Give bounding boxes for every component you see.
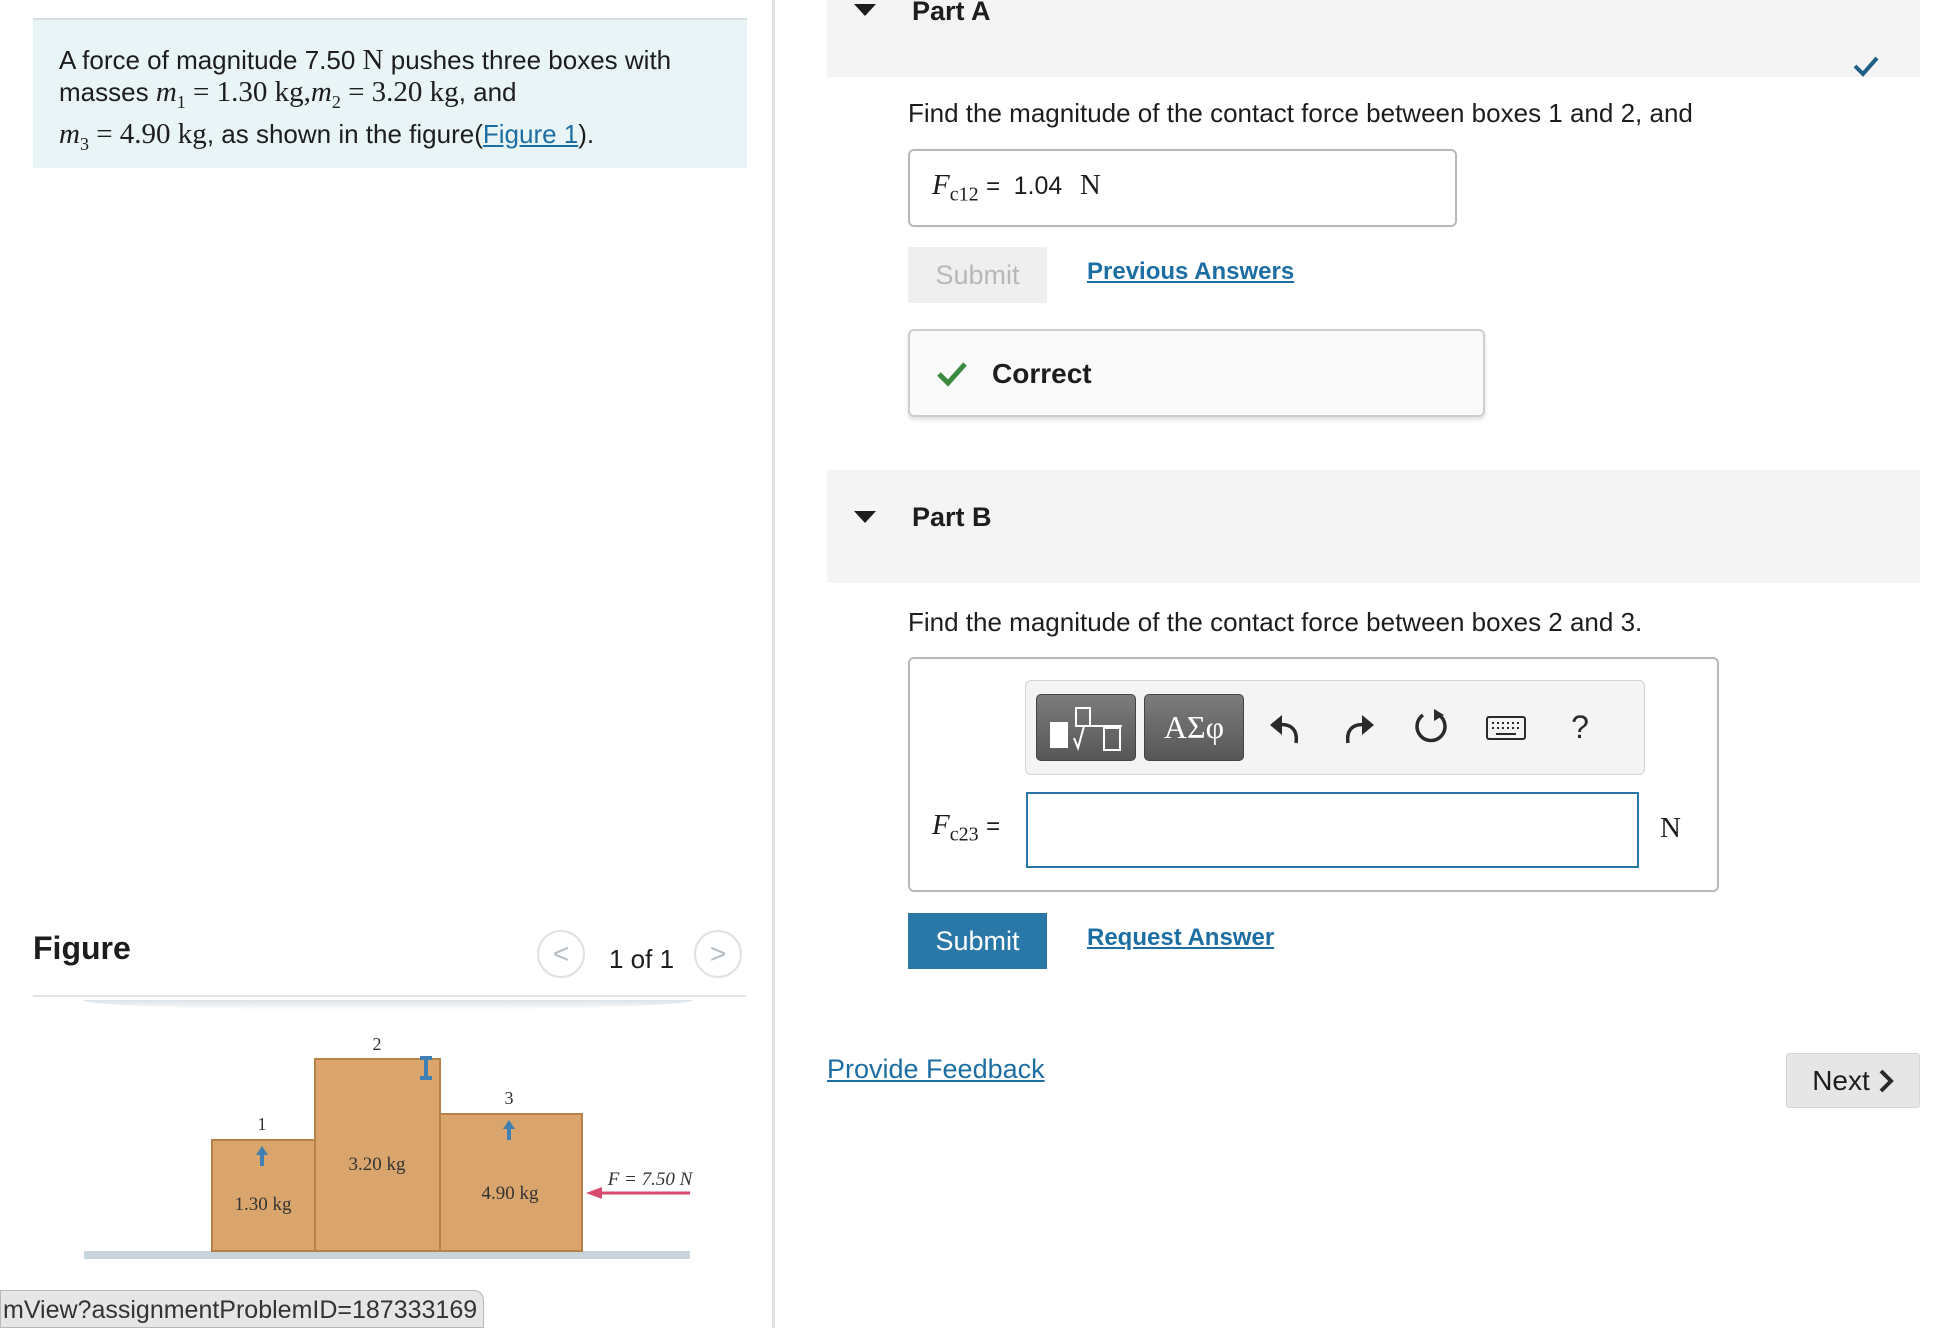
force-unit: N [362, 44, 384, 76]
m2-subscript: 2 [331, 91, 341, 112]
part-b-answer-input[interactable] [1026, 792, 1639, 868]
provide-feedback-link[interactable]: Provide Feedback [827, 1054, 1045, 1085]
undo-icon[interactable] [1266, 709, 1302, 747]
status-url: mView?assignmentProblemID=187333169 [0, 1290, 484, 1328]
m1-value: = 1.30 kg, [193, 76, 311, 108]
feedback-text: Correct [992, 358, 1092, 389]
part-b-var: F [932, 809, 950, 841]
box-2-number: 2 [373, 1034, 382, 1054]
figure-image: 1 1.30 kg 2 3.20 kg 3 4.90 kg F = 7.50 N [83, 1000, 694, 1259]
ground-surface [83, 1000, 693, 1010]
and-word: , and [458, 77, 517, 107]
ground-line [84, 1251, 690, 1259]
box-1-mass: 1.30 kg [235, 1194, 293, 1215]
part-b-question: Find the magnitude of the contact force … [908, 607, 1643, 637]
m2-value: = 3.20 kg [348, 76, 459, 108]
next-label: Next [1812, 1064, 1870, 1096]
part-b-var-label: Fc23 = [932, 809, 1000, 846]
part-a-var-sub: c12 [949, 183, 979, 206]
chevron-left-icon: < [552, 938, 570, 969]
part-a-question: Find the magnitude of the contact force … [908, 98, 1693, 128]
box-3-number: 3 [505, 1088, 514, 1108]
keyboard-icon[interactable] [1486, 715, 1526, 741]
part-a-title: Part A [912, 0, 991, 26]
part-b-submit-button[interactable]: Submit [908, 913, 1047, 969]
box-2-mass: 3.20 kg [349, 1154, 407, 1175]
previous-answers-link[interactable]: Previous Answers [1087, 258, 1294, 286]
fraction-root-icon [1050, 706, 1122, 751]
part-b-unit: N [1660, 812, 1681, 844]
box-3-mass: 4.90 kg [482, 1183, 540, 1204]
part-a-value: 1.04 [1013, 172, 1063, 200]
problem-text-4: ). [578, 118, 595, 149]
m3-value: = 4.90 kg [96, 117, 207, 150]
m3-symbol: m [59, 117, 80, 150]
figure-link[interactable]: Figure 1 [483, 119, 578, 149]
figure-title: Figure [33, 930, 131, 966]
check-icon [1853, 56, 1879, 77]
m1-subscript: 1 [176, 91, 186, 112]
problem-statement: A force of magnitude 7.50 N pushes three… [59, 44, 739, 160]
problem-text-3: , as shown in the figure( [206, 118, 483, 149]
m2-symbol: m [310, 76, 332, 108]
part-b-title: Part B [912, 502, 992, 532]
figure-divider [33, 995, 746, 997]
m3-subscript: 3 [79, 133, 89, 154]
force-label: F = 7.50 N [607, 1169, 694, 1190]
part-b-answer-box: ΑΣφ ? Fc23 = N [908, 657, 1719, 892]
part-a-submit-button[interactable]: Submit [908, 247, 1047, 303]
feedback-correct: Correct [908, 329, 1485, 417]
collapse-triangle-icon[interactable] [854, 511, 876, 523]
part-a-var: F [932, 169, 950, 201]
part-a-answer: Fc12 = 1.04 N [932, 169, 1101, 206]
collapse-triangle-icon[interactable] [854, 4, 876, 16]
masses-word: masses [59, 77, 149, 107]
box-1-number: 1 [258, 1114, 267, 1134]
part-a-header[interactable] [827, 0, 1920, 77]
equals-sign: = [986, 813, 1001, 840]
part-a-unit: N [1079, 169, 1101, 201]
figure-pager: 1 of 1 [609, 944, 675, 974]
chevron-right-icon: > [709, 938, 727, 969]
problem-text-2: pushes three boxes with [390, 45, 672, 75]
part-b-var-sub: c23 [949, 823, 979, 846]
chevron-right-icon [1879, 1069, 1894, 1092]
figure-prev-button[interactable]: < [537, 930, 585, 978]
part-a-answer-box: Fc12 = 1.04 N [908, 149, 1457, 227]
greek-symbols-button[interactable]: ΑΣφ [1144, 694, 1244, 761]
panel-divider [772, 0, 775, 1328]
force-arrowhead [586, 1187, 602, 1199]
help-button[interactable]: ? [1560, 703, 1600, 751]
redo-icon[interactable] [1342, 709, 1378, 747]
green-check-icon [937, 362, 967, 387]
figure-next-button[interactable]: > [694, 930, 742, 978]
problem-text-1: A force of magnitude 7.50 [59, 45, 356, 75]
equals-sign: = [986, 173, 1001, 200]
template-button[interactable] [1036, 694, 1136, 761]
request-answer-link[interactable]: Request Answer [1087, 924, 1274, 952]
m1-symbol: m [155, 76, 177, 108]
next-button[interactable]: Next [1786, 1053, 1920, 1108]
reset-icon[interactable] [1412, 707, 1452, 749]
math-toolbar: ΑΣφ ? [1025, 680, 1645, 775]
